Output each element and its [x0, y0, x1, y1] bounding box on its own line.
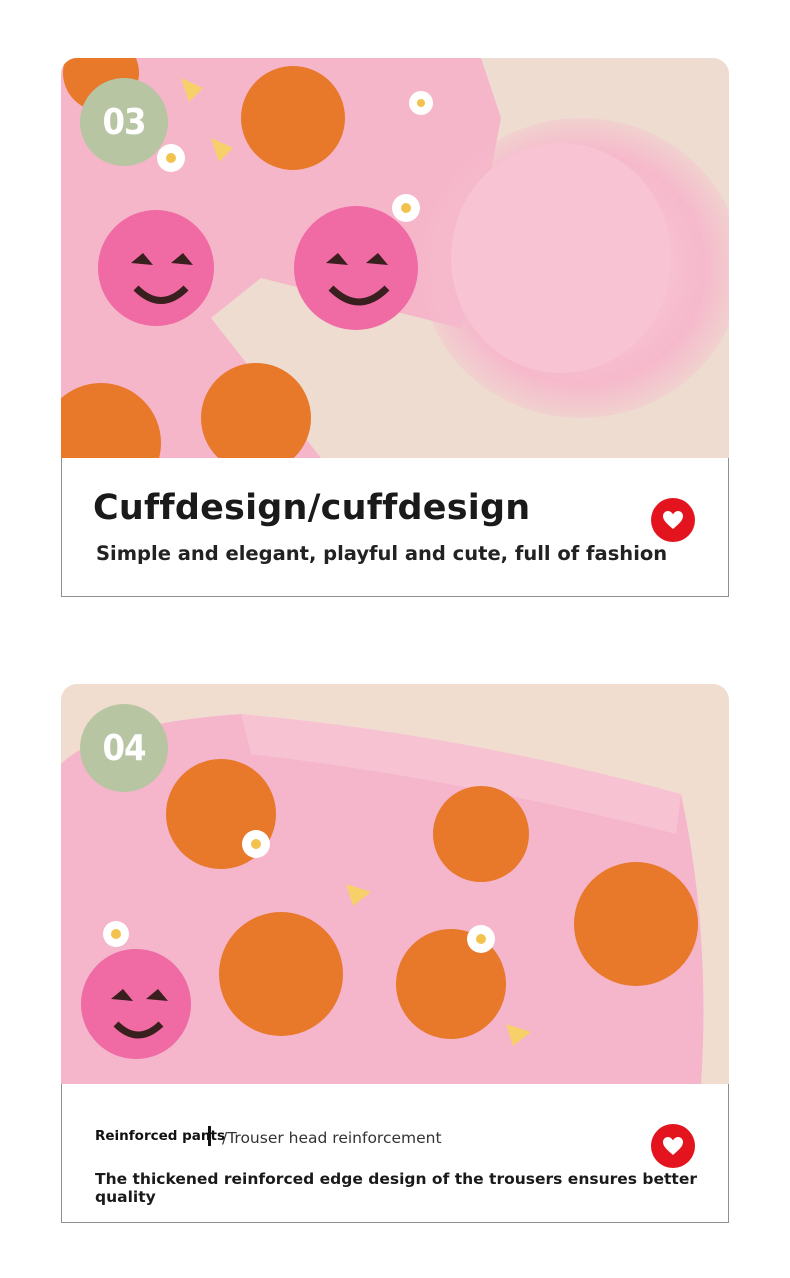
text-cursor-divider — [208, 1126, 211, 1146]
feature-label: Reinforced pants — [95, 1128, 225, 1144]
cuff-photo: 03 — [61, 58, 729, 458]
cuff-design-section: 03 Cuffdesign/cuffdesign Simple and eleg… — [61, 58, 729, 597]
section-subtitle: Simple and elegant, playful and cute, fu… — [96, 542, 668, 565]
pants-photo: 04 — [61, 684, 729, 1084]
reinforced-pants-section: 04 Reinforced pants /Trouser head reinfo… — [61, 684, 729, 1223]
pants-info-card: Reinforced pants /Trouser head reinforce… — [61, 1084, 729, 1223]
section-title: Cuffdesign/cuffdesign — [93, 488, 531, 528]
heart-icon[interactable] — [651, 498, 695, 542]
feature-description: The thickened reinforced edge design of … — [95, 1170, 697, 1206]
feature-sublabel: /Trouser head reinforcement — [222, 1129, 442, 1147]
step-badge: 04 — [80, 704, 168, 792]
step-badge: 03 — [80, 78, 168, 166]
cuff-info-card: Cuffdesign/cuffdesign Simple and elegant… — [61, 458, 729, 597]
heart-icon[interactable] — [651, 1124, 695, 1168]
